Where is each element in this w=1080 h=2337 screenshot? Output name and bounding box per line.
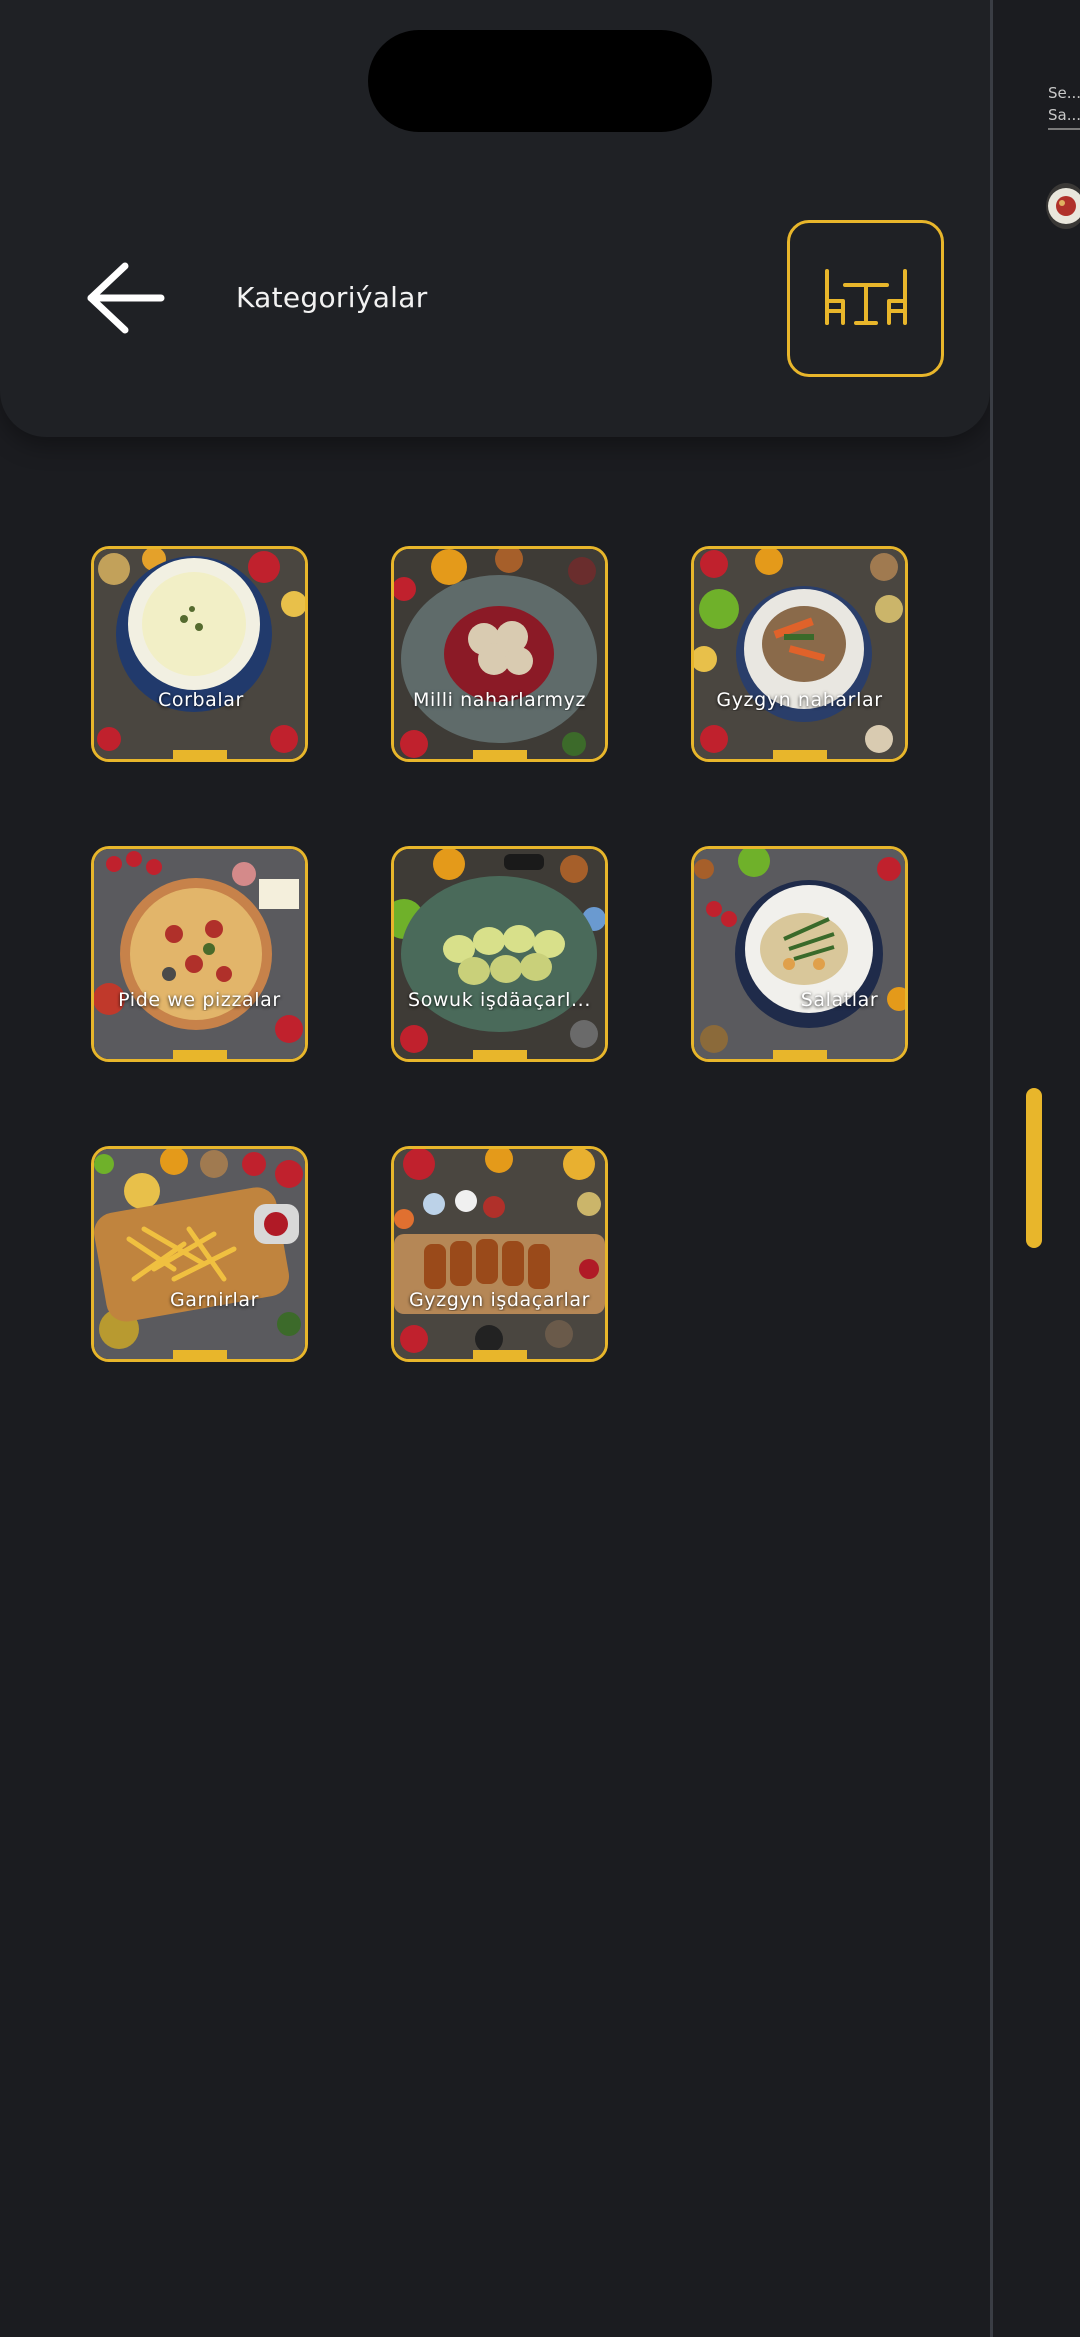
soup-bowl-image (94, 549, 305, 759)
category-label: Garnirlar (169, 1289, 260, 1311)
table-button[interactable] (787, 220, 944, 377)
arrow-left-icon (85, 260, 165, 340)
fried-board-image (394, 1149, 605, 1359)
accent-bar (472, 1050, 527, 1059)
side-panel-text-2: Sa... (1048, 106, 1080, 124)
accent-bar (772, 750, 827, 759)
accent-bar (172, 750, 227, 759)
side-panel-text-1: Se... (1048, 84, 1080, 102)
dining-table-icon (823, 267, 909, 331)
category-card-salatlar[interactable]: Salatlar (691, 846, 908, 1062)
main-screen: Kategoriýalar Corbalar Milli naharlarmyz… (0, 0, 990, 2337)
back-button[interactable] (80, 250, 170, 350)
category-card-pide-we-pizzalar[interactable]: Pide we pizzalar (91, 846, 308, 1062)
category-label: Milli naharlarmyz (412, 689, 587, 711)
rolls-plate-image (394, 849, 605, 1059)
stew-plate-image (694, 549, 905, 759)
accent-bar (172, 1050, 227, 1059)
side-panel-avatar[interactable] (1046, 183, 1080, 229)
dumplings-plate-image (394, 549, 605, 759)
scrollbar-thumb[interactable] (1026, 1088, 1042, 1248)
category-card-sowuk-isdaacarl[interactable]: Sowuk işdäaçarl... (391, 846, 608, 1062)
salad-plate-image (694, 849, 905, 1059)
category-card-gyzgyn-isdacarlar[interactable]: Gyzgyn işdaçarlar (391, 1146, 608, 1362)
page-title: Kategoriýalar (236, 281, 428, 314)
category-card-garnirlar[interactable]: Garnirlar (91, 1146, 308, 1362)
camera-island (368, 30, 712, 132)
category-label: Gyzgyn işdaçarlar (408, 1289, 591, 1311)
side-panel-divider (1048, 128, 1080, 130)
accent-bar (472, 1350, 527, 1359)
fries-board-image (94, 1149, 305, 1359)
accent-bar (772, 1050, 827, 1059)
category-label: Salatlar (800, 989, 879, 1011)
accent-bar (172, 1350, 227, 1359)
category-card-corbalar[interactable]: Corbalar (91, 546, 308, 762)
category-card-gyzgyn-naharlar[interactable]: Gyzgyn naharlar (691, 546, 908, 762)
accent-bar (472, 750, 527, 759)
category-card-milli-naharlarmyz[interactable]: Milli naharlarmyz (391, 546, 608, 762)
category-label: Pide we pizzalar (118, 989, 281, 1011)
app-header: Kategoriýalar (0, 0, 990, 437)
category-label: Sowuk işdäaçarl... (408, 989, 591, 1011)
category-label: Corbalar (158, 689, 244, 711)
pizza-image (94, 849, 305, 1059)
category-label: Gyzgyn naharlar (716, 689, 883, 711)
